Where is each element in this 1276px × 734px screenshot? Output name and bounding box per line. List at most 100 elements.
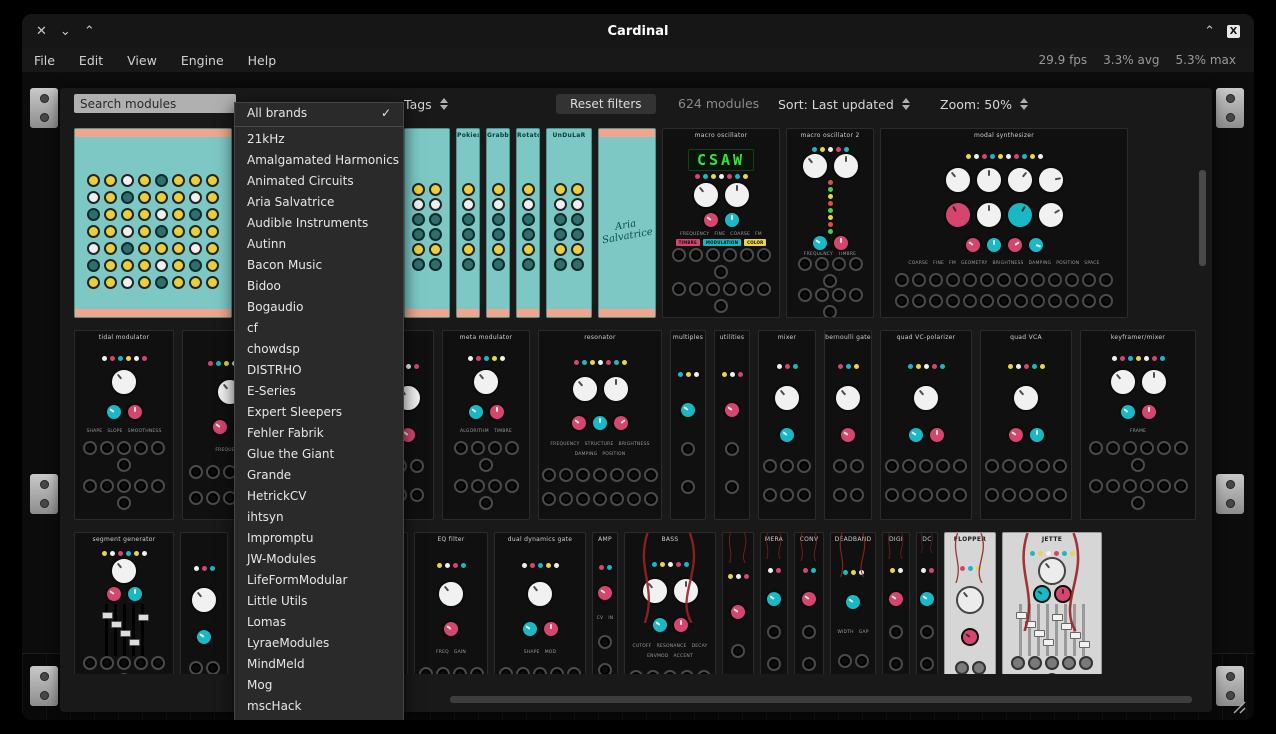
menu-item-brand[interactable]: Lomas — [235, 612, 403, 633]
module-card[interactable]: BASSCUTOFFRESONANCEDECAYENVMODACCENT — [624, 532, 716, 674]
tags-dropdown[interactable]: Tags — [404, 94, 448, 114]
module-card[interactable]: JETTE — [1002, 532, 1102, 674]
knob — [189, 276, 202, 289]
module-card[interactable]: quad VCA — [980, 330, 1072, 520]
module-card[interactable]: resonatorFREQUENCYSTRUCTUREBRIGHTNESSDAM… — [538, 330, 662, 520]
module-card[interactable]: AMPCVIN — [592, 532, 618, 674]
module-card[interactable]: CONV — [794, 532, 824, 674]
module-card[interactable]: modal synthesizerCOARSEFINEFMGEOMETRYBRI… — [880, 128, 1128, 318]
slider[interactable] — [141, 604, 144, 656]
x-logo-icon[interactable]: X — [1227, 25, 1240, 38]
module-card[interactable]: bernoulli gate — [824, 330, 872, 520]
menu-item-brand[interactable]: JW-Modules — [235, 549, 403, 570]
menu-item-brand[interactable]: Glue the Giant — [235, 444, 403, 465]
menu-item-brand[interactable]: Animated Circuits — [235, 171, 403, 192]
zoom-dropdown[interactable]: Zoom: 50% — [940, 94, 1028, 114]
menu-file[interactable]: File — [22, 50, 67, 71]
menu-edit[interactable]: Edit — [67, 50, 115, 71]
slider[interactable] — [114, 604, 117, 656]
slider[interactable] — [1073, 604, 1076, 656]
module-card[interactable]: Grabby — [486, 128, 510, 318]
module-card[interactable]: utilities — [714, 330, 750, 520]
module-card[interactable]: DIGI — [882, 532, 910, 674]
slider[interactable] — [1028, 604, 1031, 656]
chevron-down-icon[interactable]: ⌄ — [60, 24, 71, 39]
module-card[interactable]: UnDuLaR — [546, 128, 592, 318]
menu-item-brand[interactable]: Impromptu — [235, 528, 403, 549]
resize-handle[interactable] — [1230, 698, 1246, 714]
module-card[interactable]: Aria Salvatrice — [598, 128, 656, 318]
module-card[interactable]: keyframer/mixerFRAME — [1080, 330, 1196, 520]
menu-item-brand[interactable]: Prism — [235, 717, 403, 720]
menu-item-brand[interactable]: E-Series — [235, 381, 403, 402]
menu-item-brand[interactable]: LyraeModules — [235, 633, 403, 654]
menu-item-brand[interactable]: Aria Salvatrice — [235, 192, 403, 213]
module-card[interactable]: EQ filterFREQGAIN — [414, 532, 488, 674]
knob-row — [767, 657, 781, 671]
module-card[interactable] — [404, 128, 450, 318]
menu-item-brand[interactable]: chowdsp — [235, 339, 403, 360]
menu-item-brand[interactable]: Autinn — [235, 234, 403, 255]
module-card[interactable] — [74, 128, 232, 318]
expand-icon[interactable]: ⌃ — [1204, 24, 1215, 39]
slider[interactable] — [1046, 604, 1049, 656]
knob-row — [920, 590, 934, 608]
menu-item-brand[interactable]: DISTRHO — [235, 360, 403, 381]
menu-item-brand[interactable]: Bogaudio — [235, 297, 403, 318]
module-card[interactable]: MERA — [760, 532, 788, 674]
slider[interactable] — [105, 604, 108, 656]
menu-item-brand[interactable]: Amalgamated Harmonics — [235, 150, 403, 171]
menu-item-brand[interactable]: Little Utils — [235, 591, 403, 612]
slider[interactable] — [1064, 604, 1067, 656]
menu-item-brand[interactable]: mscHack — [235, 696, 403, 717]
module-card[interactable]: DEADBANDWIDTHGAP — [830, 532, 876, 674]
module-card[interactable]: dual dynamics gateSHAPEMOD — [494, 532, 586, 674]
module-card[interactable]: segment generator — [74, 532, 174, 674]
menu-item-brand[interactable]: Expert Sleepers — [235, 402, 403, 423]
chevron-up-icon[interactable]: ⌃ — [84, 24, 95, 39]
menu-item-brand[interactable]: cf — [235, 318, 403, 339]
menu-view[interactable]: View — [115, 50, 169, 71]
horizontal-scrollbar[interactable] — [450, 696, 1192, 703]
led — [1160, 356, 1165, 361]
module-card[interactable]: meta modulatorALGORITHMTIMBRE — [442, 330, 530, 520]
menu-item-brand[interactable]: LifeFormModular — [235, 570, 403, 591]
reset-filters-button[interactable]: Reset filters — [556, 94, 656, 114]
menu-item-brand[interactable]: Mog — [235, 675, 403, 696]
module-card[interactable]: macro oscillator 2FREQUENCYTIMBRE — [786, 128, 874, 318]
menu-item-brand[interactable]: Bacon Music — [235, 255, 403, 276]
led — [614, 360, 619, 365]
module-card[interactable]: FLOPPER — [944, 532, 996, 674]
menu-item-brand[interactable]: HetrickCV — [235, 486, 403, 507]
slider[interactable] — [1019, 604, 1022, 656]
module-card[interactable]: macro oscillatorCSAWFREQUENCYFINECOARSEF… — [662, 128, 780, 318]
module-card[interactable]: Pokies — [456, 128, 480, 318]
slider[interactable] — [123, 604, 126, 656]
menu-item-brand[interactable]: ihtsyn — [235, 507, 403, 528]
module-card[interactable]: Rotatoes — [516, 128, 540, 318]
menu-item-brand[interactable]: Grande — [235, 465, 403, 486]
close-icon[interactable]: ✕ — [36, 24, 47, 39]
module-card[interactable]: tidal modulatorSHAPESLOPESMOOTHNESS — [74, 330, 174, 520]
slider[interactable] — [1055, 604, 1058, 656]
module-card[interactable] — [180, 532, 228, 674]
menu-item-brand[interactable]: MindMeld — [235, 654, 403, 675]
slider[interactable] — [1082, 604, 1085, 656]
menu-engine[interactable]: Engine — [169, 50, 236, 71]
module-card[interactable]: quad VC-polarizer — [880, 330, 972, 520]
vertical-scrollbar[interactable] — [1199, 170, 1206, 266]
module-card[interactable]: mixer — [758, 330, 816, 520]
menu-item-brand[interactable]: Bidoo — [235, 276, 403, 297]
menu-item-all-brands[interactable]: All brands✓ — [235, 103, 403, 124]
slider[interactable] — [132, 604, 135, 656]
search-input[interactable] — [74, 94, 236, 113]
menu-item-brand[interactable]: Audible Instruments — [235, 213, 403, 234]
module-card[interactable]: DC — [916, 532, 938, 674]
module-card[interactable]: multiples — [670, 330, 706, 520]
menu-item-brand[interactable]: 21kHz — [235, 129, 403, 150]
module-card[interactable] — [722, 532, 754, 674]
menu-help[interactable]: Help — [236, 50, 289, 71]
menu-item-brand[interactable]: Fehler Fabrik — [235, 423, 403, 444]
slider[interactable] — [1037, 604, 1040, 656]
sort-dropdown[interactable]: Sort: Last updated — [778, 94, 910, 114]
